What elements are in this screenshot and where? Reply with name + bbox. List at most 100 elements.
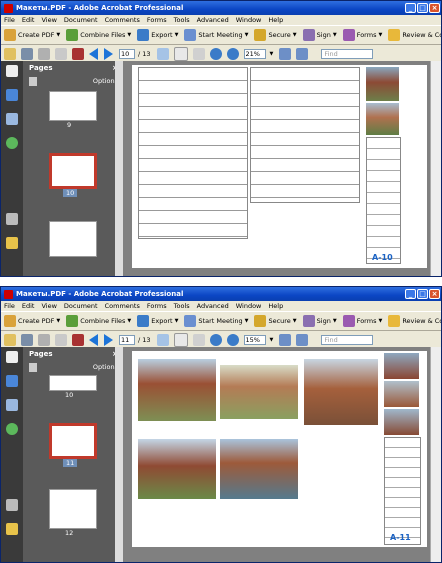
zoom-out-icon[interactable] [209,47,222,60]
find-input[interactable]: Find [321,334,374,345]
hand-tool-icon[interactable] [173,332,188,347]
review-comment-button[interactable]: Review & Comment▼ [388,29,441,41]
export-button[interactable]: Export ▼ [137,29,178,41]
zoom-in-icon[interactable] [226,47,239,60]
trash-icon[interactable] [29,76,37,86]
menu-comments[interactable]: Comments [105,16,140,24]
page-number-input[interactable]: 10 [119,48,135,59]
start-meeting-button[interactable]: Start Meeting ▼ [184,315,248,327]
pages-icon[interactable] [6,351,18,363]
pages-icon[interactable] [6,65,18,77]
page-thumbnail-10[interactable] [49,153,97,189]
hand-tool-icon[interactable] [173,46,188,61]
zoom-tool-icon[interactable] [192,47,205,60]
trash-icon[interactable] [29,362,37,372]
fit-page-icon[interactable] [279,333,292,346]
select-tool-icon[interactable] [156,47,169,60]
sign-button[interactable]: Sign ▼ [302,315,337,327]
secure-button[interactable]: Secure ▼ [254,29,297,41]
menu-edit[interactable]: Edit [22,16,35,24]
menu-comments[interactable]: Comments [105,302,140,310]
page-thumbnail-10[interactable] [49,375,97,391]
print-icon[interactable] [21,333,33,346]
comments-icon[interactable] [6,237,18,249]
document-scrollbar[interactable] [430,61,441,276]
bookmarks-icon[interactable] [6,375,18,387]
close-button[interactable]: × [429,289,440,299]
menu-advanced[interactable]: Advanced [197,16,229,24]
secure-button[interactable]: Secure ▼ [254,315,297,327]
menu-tools[interactable]: Tools [174,302,190,310]
open-icon[interactable] [4,47,16,60]
combine-files-button[interactable]: Combine Files ▼ [66,315,131,327]
forms-button[interactable]: Forms ▼ [342,315,382,327]
combine-files-button[interactable]: Combine Files ▼ [66,29,131,41]
export-button[interactable]: Export ▼ [137,315,178,327]
create-pdf-button[interactable]: Create PDF ▼ [4,315,60,327]
close-button[interactable]: × [429,3,440,13]
page-number-input[interactable]: 11 [119,334,135,345]
zoom-in-icon[interactable] [226,333,239,346]
menu-forms[interactable]: Forms [147,302,167,310]
page-thumbnail-11[interactable] [49,423,97,459]
select-tool-icon[interactable] [156,333,169,346]
menu-help[interactable]: Help [268,302,283,310]
open-icon[interactable] [4,333,16,346]
help-icon[interactable] [6,137,18,149]
zoom-out-icon[interactable] [209,333,222,346]
fit-page-icon[interactable] [279,47,292,60]
menu-tools[interactable]: Tools [174,16,190,24]
previous-page-icon[interactable] [89,47,98,60]
document-scrollbar[interactable] [430,347,441,562]
video-icon[interactable] [72,333,84,346]
help-icon[interactable] [6,423,18,435]
menu-view[interactable]: View [41,16,56,24]
save-icon[interactable] [38,47,50,60]
menu-help[interactable]: Help [268,16,283,24]
page-thumbnail-12[interactable] [49,489,97,529]
maximize-button[interactable]: □ [417,3,428,13]
signatures-icon[interactable] [6,113,18,125]
zoom-input[interactable]: 15% [243,334,266,345]
bookmarks-icon[interactable] [6,89,18,101]
find-input[interactable]: Find [321,48,374,59]
email-icon[interactable] [55,333,67,346]
attachments-icon[interactable] [6,213,18,225]
fit-width-icon[interactable] [296,47,309,60]
next-page-icon[interactable] [104,333,113,346]
attachments-icon[interactable] [6,499,18,511]
maximize-button[interactable]: □ [417,289,428,299]
email-icon[interactable] [55,47,67,60]
zoom-tool-icon[interactable] [192,333,205,346]
menu-advanced[interactable]: Advanced [197,302,229,310]
next-page-icon[interactable] [104,47,113,60]
video-icon[interactable] [72,47,84,60]
menu-forms[interactable]: Forms [147,16,167,24]
previous-page-icon[interactable] [89,333,98,346]
signatures-icon[interactable] [6,399,18,411]
zoom-input[interactable]: 21% [243,48,266,59]
menu-document[interactable]: Document [64,302,98,310]
minimize-button[interactable]: _ [405,289,416,299]
menu-file[interactable]: File [4,302,15,310]
panel-scrollbar[interactable] [115,61,123,276]
print-icon[interactable] [21,47,33,60]
page-thumbnail-9[interactable] [49,91,97,121]
menu-document[interactable]: Document [64,16,98,24]
comments-icon[interactable] [6,523,18,535]
review-comment-button[interactable]: Review & Comment▼ [388,315,441,327]
forms-button[interactable]: Forms ▼ [342,29,382,41]
menu-edit[interactable]: Edit [22,302,35,310]
minimize-button[interactable]: _ [405,3,416,13]
create-pdf-button[interactable]: Create PDF ▼ [4,29,60,41]
save-icon[interactable] [38,333,50,346]
menu-file[interactable]: File [4,16,15,24]
menu-window[interactable]: Window [236,302,262,310]
page-thumbnail-11[interactable] [49,221,97,257]
panel-scrollbar[interactable] [115,347,123,562]
fit-width-icon[interactable] [296,333,309,346]
start-meeting-button[interactable]: Start Meeting ▼ [184,29,248,41]
menu-view[interactable]: View [41,302,56,310]
menu-window[interactable]: Window [236,16,262,24]
sign-button[interactable]: Sign ▼ [302,29,337,41]
